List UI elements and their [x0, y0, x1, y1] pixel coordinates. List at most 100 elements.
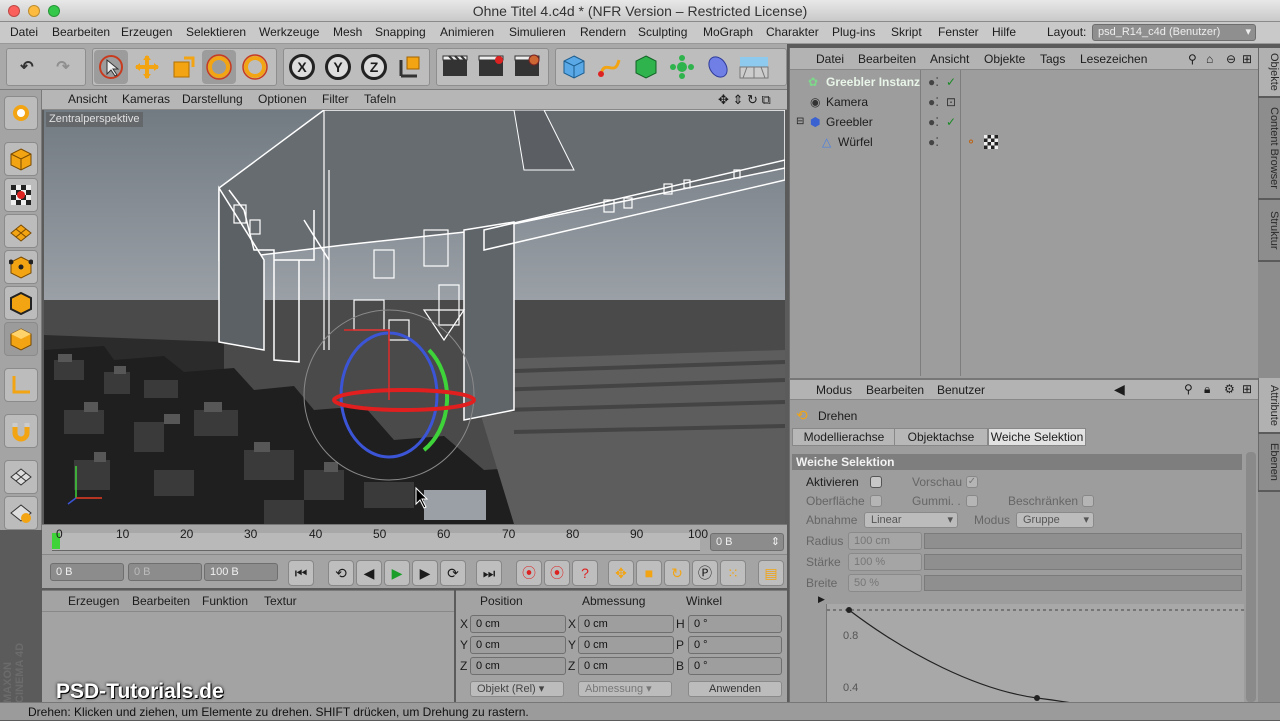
rot-b-field[interactable]: 0 °: [688, 657, 782, 675]
mat-menu-erzeugen[interactable]: Erzeugen: [68, 594, 119, 608]
y-axis-lock-button[interactable]: Y: [321, 50, 355, 84]
quantize-icon[interactable]: [4, 496, 38, 530]
size-y-field[interactable]: 0 cm: [578, 636, 674, 654]
link-icon[interactable]: ⊖: [1226, 52, 1236, 66]
next-key-icon[interactable]: ⟳: [440, 560, 466, 586]
tab-objektachse[interactable]: Objektachse: [894, 428, 988, 446]
render-settings-icon[interactable]: [510, 50, 544, 84]
search-icon[interactable]: ⚲: [1184, 382, 1193, 396]
new-panel-icon[interactable]: ⊞: [1242, 382, 1252, 396]
x-axis-lock-button[interactable]: X: [285, 50, 319, 84]
enabled-check-icon[interactable]: ✓: [946, 112, 956, 132]
rot-h-field[interactable]: 0 °: [688, 615, 782, 633]
attr-menu-bearbeiten[interactable]: Bearbeiten: [866, 383, 924, 397]
visibility-dots-icon[interactable]: ●⁚: [928, 132, 939, 152]
rot-p-field[interactable]: 0 °: [688, 636, 782, 654]
record-keys-icon[interactable]: ⦿: [516, 560, 542, 586]
axis-mode-icon[interactable]: [4, 368, 38, 402]
obj-menu-tags[interactable]: Tags: [1040, 52, 1065, 66]
rotate-icon[interactable]: [202, 50, 236, 84]
visibility-dots-icon[interactable]: ●⁚: [928, 72, 939, 92]
menu-erzeugen[interactable]: Erzeugen: [121, 25, 172, 39]
beschraenken-checkbox[interactable]: [1082, 495, 1094, 507]
go-to-start-icon[interactable]: ⏮: [288, 560, 314, 586]
menu-mograph[interactable]: MoGraph: [703, 25, 753, 39]
autokey-icon[interactable]: ⦿: [544, 560, 570, 586]
timeline-ruler[interactable]: 0 10 20 30 40 50 60 70 80 90 100 0 B ⇕: [42, 524, 787, 554]
workplane-lock-icon[interactable]: [4, 460, 38, 494]
obj-menu-lesezeichen[interactable]: Lesezeichen: [1080, 52, 1147, 66]
render-picture-viewer-icon[interactable]: [474, 50, 508, 84]
pos-z-field[interactable]: 0 cm: [470, 657, 566, 675]
spline-pen-icon[interactable]: [593, 50, 627, 84]
array-cloner-icon[interactable]: [665, 50, 699, 84]
menu-mesh[interactable]: Mesh: [333, 25, 362, 39]
vp-menu-filter[interactable]: Filter: [322, 92, 349, 106]
menu-snapping[interactable]: Snapping: [375, 25, 426, 39]
menu-selektieren[interactable]: Selektieren: [186, 25, 246, 39]
layout-select[interactable]: psd_R14_c4d (Benutzer) ▾: [1092, 24, 1256, 41]
polygons-mode-icon[interactable]: [4, 322, 38, 356]
key-rotation-icon[interactable]: ↻: [664, 560, 690, 586]
undo-icon[interactable]: ↶: [10, 50, 44, 84]
menu-sculpting[interactable]: Sculpting: [638, 25, 687, 39]
obj-menu-objekte[interactable]: Objekte: [984, 52, 1025, 66]
current-frame-field[interactable]: 0 B ⇕: [710, 533, 784, 551]
menu-skript[interactable]: Skript: [891, 25, 922, 39]
apply-button[interactable]: Anwenden: [688, 681, 782, 697]
deformer-icon[interactable]: [701, 50, 735, 84]
size-mode-dropdown[interactable]: Abmessung ▾: [578, 681, 672, 697]
camera-target-icon[interactable]: ⊡: [946, 92, 956, 112]
play-icon[interactable]: ▶: [384, 560, 410, 586]
previous-key-icon[interactable]: ⟲: [328, 560, 354, 586]
visibility-dots-icon[interactable]: ●⁚: [928, 112, 939, 132]
attribute-scrollbar[interactable]: [1246, 452, 1256, 702]
enabled-check-icon[interactable]: ✓: [946, 72, 956, 92]
visibility-dots-icon[interactable]: ●⁚: [928, 92, 939, 112]
minimize-window-button[interactable]: [28, 5, 40, 17]
radius-slider[interactable]: [924, 533, 1242, 549]
staerke-slider[interactable]: [924, 554, 1242, 570]
z-axis-lock-button[interactable]: Z: [357, 50, 391, 84]
menu-plugins[interactable]: Plug-ins: [832, 25, 875, 39]
breite-slider[interactable]: [924, 575, 1242, 591]
vp-menu-optionen[interactable]: Optionen: [258, 92, 307, 106]
key-position-icon[interactable]: ✥: [608, 560, 634, 586]
menu-rendern[interactable]: Rendern: [580, 25, 626, 39]
settings-icon[interactable]: ⚙: [1224, 382, 1235, 396]
aktivieren-checkbox[interactable]: [870, 476, 882, 488]
object-row-kamera[interactable]: ◉ Kamera ●⁚ ⊡: [794, 92, 1258, 112]
lock-icon[interactable]: 🔒︎: [1204, 382, 1210, 397]
menu-simulieren[interactable]: Simulieren: [509, 25, 566, 39]
menu-fenster[interactable]: Fenster: [938, 25, 979, 39]
make-editable-icon[interactable]: [4, 96, 38, 130]
graph-expand-icon[interactable]: ▶: [818, 594, 825, 605]
nurbs-subdivision-icon[interactable]: [629, 50, 663, 84]
mat-menu-funktion[interactable]: Funktion: [202, 594, 248, 608]
workplane-mode-icon[interactable]: [4, 214, 38, 248]
max-frame-field[interactable]: 100 B: [204, 563, 278, 581]
menu-datei[interactable]: Datei: [10, 25, 38, 39]
vorschau-checkbox[interactable]: ✓: [966, 476, 978, 488]
magnet-snap-icon[interactable]: [4, 414, 38, 448]
side-tab-content-browser[interactable]: Content Browser: [1258, 98, 1280, 198]
size-z-field[interactable]: 0 cm: [578, 657, 674, 675]
radius-field[interactable]: 100 cm: [848, 532, 922, 550]
viewport-3d[interactable]: [44, 110, 785, 524]
vp-menu-ansicht[interactable]: Ansicht: [68, 92, 107, 106]
menu-hilfe[interactable]: Hilfe: [992, 25, 1016, 39]
points-mode-icon[interactable]: [4, 250, 38, 284]
phong-tag-icon[interactable]: ⚬: [966, 132, 976, 152]
render-view-icon[interactable]: [438, 50, 472, 84]
texture-tag-icon[interactable]: [984, 135, 998, 149]
preview-frame-field[interactable]: 0 B: [128, 563, 202, 581]
previous-frame-icon[interactable]: ◀: [356, 560, 382, 586]
key-parameter-icon[interactable]: Ⓟ: [692, 560, 718, 586]
menu-animieren[interactable]: Animieren: [440, 25, 494, 39]
oberflaeche-checkbox[interactable]: [870, 495, 882, 507]
timeline-window-icon[interactable]: ▤: [758, 560, 784, 586]
tab-modellierachse[interactable]: Modellierachse: [792, 428, 896, 446]
key-scale-icon[interactable]: ■: [636, 560, 662, 586]
move-icon[interactable]: [130, 50, 164, 84]
staerke-field[interactable]: 100 %: [848, 553, 922, 571]
